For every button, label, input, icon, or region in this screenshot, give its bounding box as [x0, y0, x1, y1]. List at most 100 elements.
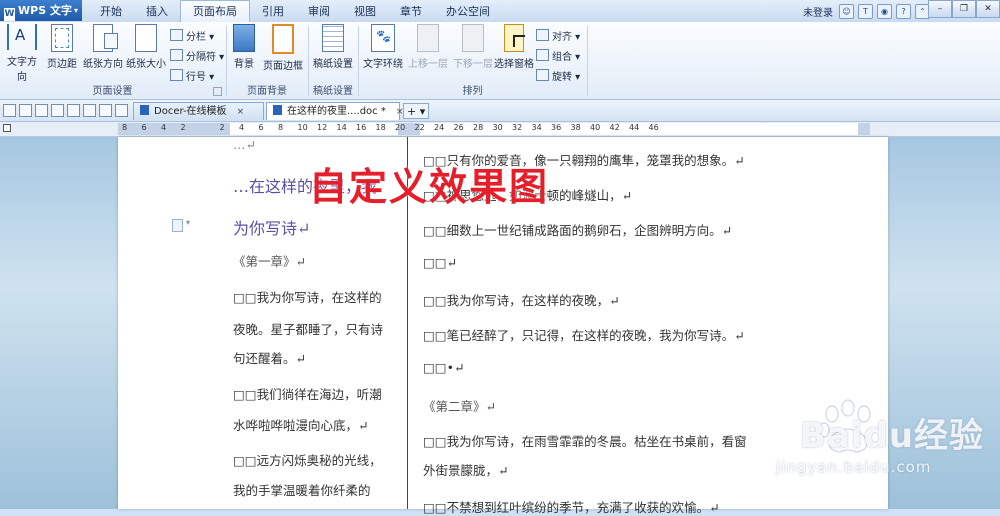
ruler-number: 6 — [141, 123, 147, 132]
skin-icon[interactable]: ☺ — [839, 3, 854, 19]
draft-paper-group-label: 稿纸设置 — [313, 86, 353, 97]
minimize-button[interactable]: – — [928, 0, 952, 18]
text-line: □□不禁想到红叶缤纷的季节，充满了收获的欢愉。↵ — [423, 500, 720, 515]
page-setup-group: 文字方向 页边距 纸张方向 纸张大小 分栏 ▾ 分隔符 ▾ 行号 ▾ 页面设置 — [0, 22, 225, 99]
line-numbers-button[interactable]: 行号 ▾ — [170, 68, 214, 83]
text-direction-label: 文字方向 — [7, 57, 37, 83]
text-direction-icon — [7, 24, 37, 50]
chevron-down-icon[interactable]: ▾ — [186, 218, 190, 227]
text-line: □□远方闪烁奥秘的光线， — [233, 453, 382, 468]
selection-pane-label: 选择窗格 — [494, 59, 534, 70]
tab-stop-selector[interactable] — [3, 124, 11, 132]
margins-label: 页边距 — [47, 59, 77, 70]
ruler-number: 14 — [336, 123, 347, 132]
horizontal-ruler[interactable]: 8 6 4 2 2 4 6 8 10 12 14 16 18 20 22 24 26 28 30 32 34 36 38 40… — [0, 122, 1000, 137]
ruler-number: 24 — [434, 123, 445, 132]
draft-setup-button[interactable]: 稿纸设置 — [311, 24, 355, 70]
help-icon[interactable]: ? — [896, 3, 911, 19]
chapter-title: 《第二章》↵ — [423, 399, 496, 414]
margins-button[interactable]: 页边距 — [44, 24, 80, 70]
app-name: WPS 文字 — [18, 4, 72, 17]
ruler-number: 20 — [395, 123, 406, 132]
ruler-number: 8 — [278, 123, 284, 132]
text-line: 外街景朦胧，↵ — [423, 463, 509, 478]
orientation-button[interactable]: 纸张方向 — [83, 24, 123, 70]
arrange-group: 文字环绕 上移一层 下移一层 选择窗格 对齐 ▾ 组合 ▾ 旋转 ▾ 排列 — [360, 22, 585, 99]
dialog-launcher-icon[interactable] — [213, 87, 222, 96]
breaks-button[interactable]: 分隔符 ▾ — [170, 48, 224, 63]
paper-size-label: 纸张大小 — [126, 59, 166, 70]
background-button[interactable]: 背景 — [230, 24, 258, 70]
text-line: 我的手掌温暖着你纤柔的 — [233, 483, 371, 498]
login-status[interactable]: 未登录 — [803, 4, 833, 19]
tab-chapter[interactable]: 章节 — [388, 0, 434, 22]
tab-review[interactable]: 审阅 — [296, 0, 342, 22]
undo-icon[interactable] — [83, 104, 96, 117]
doc-tab-docer[interactable]: Docer-在线模板 × — [133, 102, 264, 120]
ruler-number: 36 — [551, 123, 562, 132]
rotate-button[interactable]: 旋转 ▾ — [536, 68, 580, 83]
app-menu-button[interactable]: W WPS 文字 ▾ — [0, 0, 82, 21]
ruler-number: 30 — [492, 123, 503, 132]
text-direction-button[interactable]: 文字方向 — [3, 24, 41, 83]
new-tab-button[interactable]: + ▾ — [403, 103, 429, 119]
text-wrap-label: 文字环绕 — [363, 59, 403, 70]
title-menu-bar: W WPS 文字 ▾ 开始 插入 页面布局 引用 审阅 视图 章节 办公空间 未登… — [0, 0, 1000, 23]
ruler-number: 40 — [590, 123, 601, 132]
breaks-icon — [170, 49, 183, 61]
ribbon-divider — [358, 26, 359, 96]
tab-start[interactable]: 开始 — [88, 0, 134, 22]
ribbon-divider — [587, 26, 588, 96]
page-border-button[interactable]: 页面边框 — [261, 24, 305, 72]
doc-tab-active[interactable]: 在这样的夜里....doc * × — [266, 102, 403, 120]
page-background-group: 背景 页面边框 页面背景 — [228, 22, 306, 99]
tab-references[interactable]: 引用 — [250, 0, 296, 22]
align-button[interactable]: 对齐 ▾ — [536, 28, 580, 43]
ribbon-divider — [226, 26, 227, 96]
text-line: 句还醒着。↵ — [233, 351, 306, 366]
text-line: □□我们徜徉在海边，听潮 — [233, 387, 382, 402]
breaks-label: 分隔符 — [186, 52, 216, 63]
save-icon[interactable] — [35, 104, 48, 117]
paper-size-button[interactable]: 纸张大小 — [126, 24, 166, 70]
page-background-group-label: 页面背景 — [247, 86, 287, 97]
text-line: …↵ — [233, 137, 256, 152]
send-backward-button[interactable]: 下移一层 — [451, 24, 495, 70]
window-controls: – ❐ ✕ — [928, 0, 1000, 18]
group-button[interactable]: 组合 ▾ — [536, 48, 580, 63]
quick-access-icons — [3, 104, 128, 117]
ruler-number: 4 — [239, 123, 245, 132]
new-document-icon[interactable] — [3, 104, 16, 117]
send-backward-label: 下移一层 — [453, 59, 493, 70]
tab-office-space[interactable]: 办公空间 — [434, 0, 502, 22]
columns-button[interactable]: 分栏 ▾ — [170, 28, 214, 43]
close-icon[interactable]: × — [237, 107, 245, 117]
bring-forward-button[interactable]: 上移一层 — [406, 24, 450, 70]
draft-paper-group: 稿纸设置 稿纸设置 — [310, 22, 356, 99]
columns-label: 分栏 — [186, 32, 206, 43]
ruler-number: 22 — [414, 123, 425, 132]
plus-icon: + — [407, 105, 417, 118]
shirt-icon[interactable]: T — [858, 3, 873, 19]
selection-pane-button[interactable]: 选择窗格 — [494, 24, 534, 70]
text-line: 夜晚。星子都睡了，只有诗 — [233, 322, 384, 337]
watermark-url: jingyan.baidu.com — [776, 458, 932, 476]
ruler-number: 32 — [512, 123, 523, 132]
customize-toolbar-icon[interactable] — [115, 104, 128, 117]
tab-insert[interactable]: 插入 — [134, 0, 180, 22]
ruler-number: 6 — [258, 123, 264, 132]
columns-icon — [170, 29, 183, 41]
redo-icon[interactable] — [99, 104, 112, 117]
settings-icon[interactable]: ◉ — [877, 3, 892, 19]
print-icon[interactable] — [51, 104, 64, 117]
text-wrap-button[interactable]: 文字环绕 — [362, 24, 404, 70]
print-preview-icon[interactable] — [67, 104, 80, 117]
ruler-number: 10 — [297, 123, 308, 132]
tab-page-layout[interactable]: 页面布局 — [180, 0, 250, 22]
restore-button[interactable]: ❐ — [952, 0, 976, 18]
tab-view[interactable]: 视图 — [342, 0, 388, 22]
close-window-button[interactable]: ✕ — [976, 0, 1000, 18]
paragraph-options-icon[interactable] — [172, 219, 183, 232]
overlay-caption: 自定义效果图 — [309, 165, 550, 209]
open-folder-icon[interactable] — [19, 104, 32, 117]
